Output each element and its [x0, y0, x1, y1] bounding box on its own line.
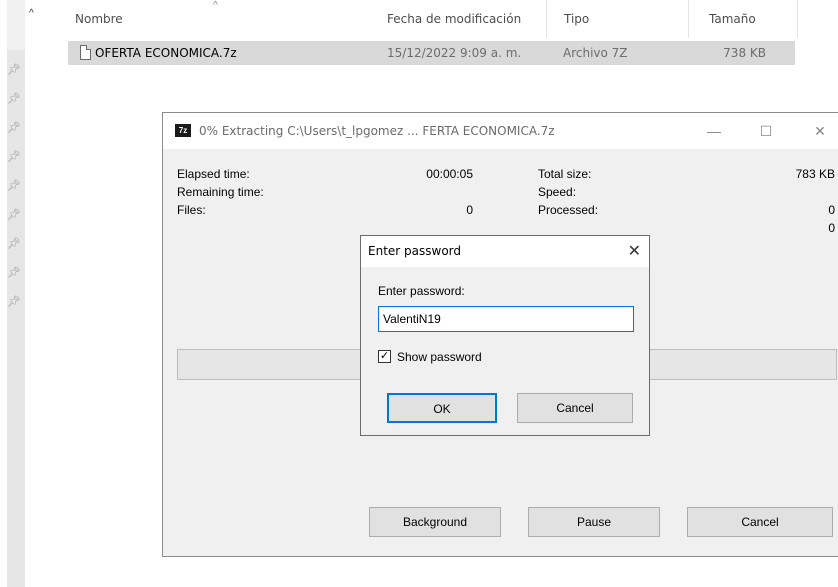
column-divider[interactable]	[546, 0, 547, 38]
cancel-extraction-button[interactable]: Cancel	[687, 507, 833, 537]
close-button[interactable]: ✕	[797, 113, 838, 149]
close-icon[interactable]: ✕	[628, 236, 641, 267]
elapsed-time-label: Elapsed time:	[177, 167, 250, 181]
column-header-modified[interactable]: Fecha de modificación	[387, 0, 521, 38]
pin-icon[interactable]: 📌︎	[7, 121, 21, 135]
column-header-name[interactable]: Nombre	[75, 0, 123, 38]
maximize-button[interactable]: ☐	[743, 113, 789, 149]
pin-icon[interactable]: 📌︎	[7, 150, 21, 164]
file-icon	[80, 45, 91, 60]
pause-button[interactable]: Pause	[528, 507, 660, 537]
background-button[interactable]: Background	[369, 507, 501, 537]
scrollbar-top	[7, 0, 25, 50]
password-input[interactable]: ValentiN19	[378, 306, 634, 332]
processed-value: 0	[828, 203, 835, 217]
files-label: Files:	[177, 203, 206, 217]
navigation-pane-scrollbar[interactable]	[7, 0, 25, 587]
pin-icon[interactable]: 📌︎	[7, 266, 21, 280]
column-header-type[interactable]: Tipo	[564, 0, 589, 38]
minimize-button[interactable]: —	[691, 113, 737, 149]
column-divider[interactable]	[797, 0, 798, 38]
column-header-size[interactable]: Tamaño	[709, 0, 756, 38]
password-dialog: Enter password ✕ Enter password: Valenti…	[360, 235, 650, 436]
7zip-app-icon: 7z	[175, 124, 191, 137]
file-modified: 15/12/2022 9:09 a. m.	[387, 46, 522, 60]
pin-icon[interactable]: 📌︎	[7, 295, 21, 309]
packed-size-value: 0	[828, 221, 835, 235]
file-row[interactable]: OFERTA ECONOMICA.7z 15/12/2022 9:09 a. m…	[68, 41, 795, 65]
show-password-checkbox[interactable]: ✓	[378, 350, 391, 363]
pin-icon[interactable]: 📌︎	[7, 237, 21, 251]
remaining-time-label: Remaining time:	[177, 185, 264, 199]
pin-icon[interactable]: 📌︎	[7, 208, 21, 222]
chevron-up-icon[interactable]: ^	[29, 8, 34, 19]
file-type: Archivo 7Z	[563, 46, 628, 60]
elapsed-time-value: 00:00:05	[426, 167, 473, 181]
password-dialog-title: Enter password	[368, 244, 461, 258]
file-size: 738 KB	[723, 46, 766, 60]
cancel-button[interactable]: Cancel	[517, 393, 633, 423]
ok-button[interactable]: OK	[387, 393, 497, 423]
extraction-titlebar[interactable]: 7z 0% Extracting C:\Users\t_lpgomez ... …	[163, 113, 838, 149]
total-size-value: 783 KB	[795, 167, 835, 181]
processed-label: Processed:	[538, 203, 599, 217]
password-dialog-titlebar[interactable]: Enter password ✕	[361, 236, 649, 267]
show-password-label[interactable]: Show password	[397, 350, 482, 364]
sort-ascending-icon: ^	[213, 0, 218, 11]
pin-icon[interactable]: 📌︎	[7, 92, 21, 106]
total-size-label: Total size:	[538, 167, 592, 181]
file-name: OFERTA ECONOMICA.7z	[95, 46, 237, 60]
pin-icon[interactable]: 📌︎	[7, 63, 21, 77]
speed-label: Speed:	[538, 185, 577, 199]
extraction-title: 0% Extracting C:\Users\t_lpgomez ... FER…	[199, 124, 555, 138]
files-value: 0	[466, 203, 473, 217]
column-divider[interactable]	[688, 0, 689, 38]
password-prompt-label: Enter password:	[378, 284, 465, 298]
pin-icon[interactable]: 📌︎	[7, 179, 21, 193]
